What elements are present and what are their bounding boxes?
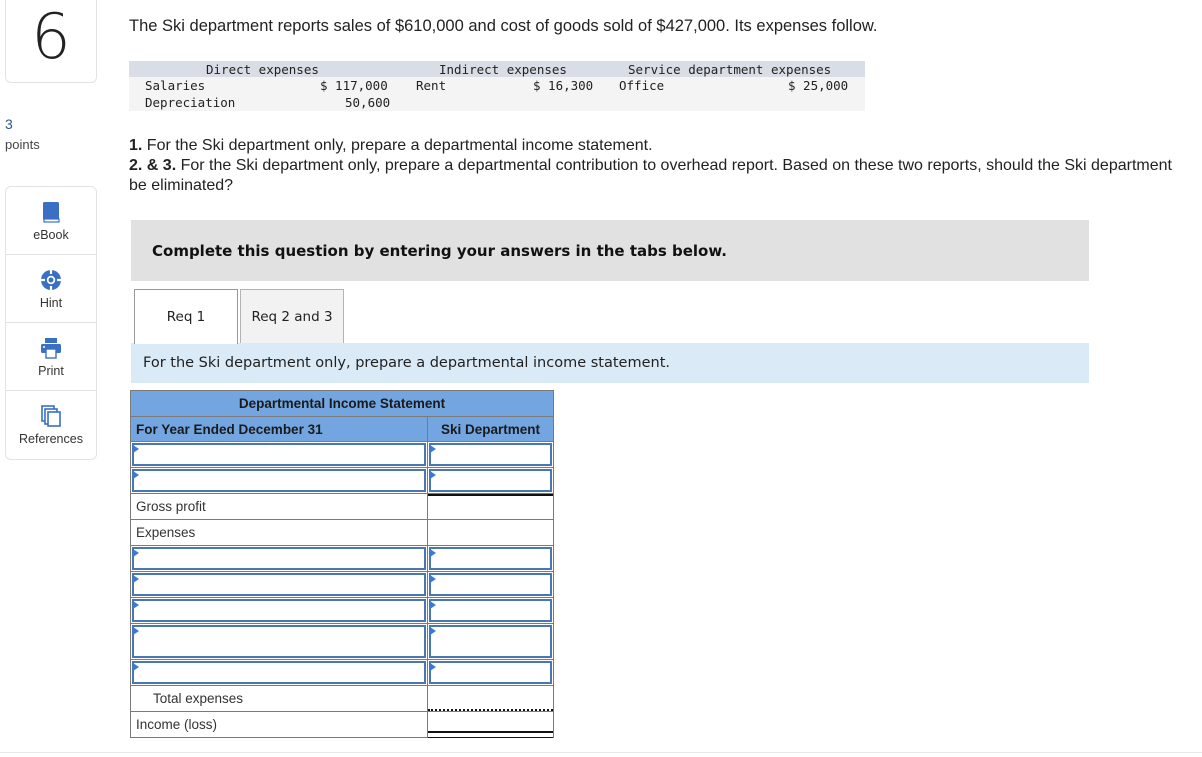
expense-1-amount-input[interactable] (429, 547, 552, 570)
expense-2-label-dropdown[interactable] (132, 573, 426, 596)
table-row (131, 624, 553, 660)
statement-header-row: For Year Ended December 31 Ski Departmen… (131, 417, 553, 442)
income-loss-label: Income (loss) (131, 712, 428, 737)
table-row (131, 598, 553, 624)
total-expenses-label: Total expenses (131, 686, 428, 711)
requirement-tabs: Req 1 Req 2 and 3 (134, 289, 344, 344)
question-number-box: 6 (5, 0, 97, 83)
print-label: Print (38, 363, 64, 378)
table-row: Total expenses (131, 686, 553, 712)
statement-title: Departmental Income Statement (131, 391, 553, 417)
direct-expenses-header: Direct expenses (206, 61, 319, 77)
rent-label: Rent (416, 78, 447, 93)
expense-1-label-dropdown[interactable] (132, 547, 426, 570)
period-header: For Year Ended December 31 (131, 417, 428, 441)
gross-profit-label: Gross profit (131, 494, 428, 519)
office-label: Office (619, 78, 665, 93)
references-label: References (19, 432, 83, 446)
expenses-blank-cell (428, 520, 553, 545)
expenses-header-row: Direct expenses Indirect expenses Servic… (129, 61, 865, 77)
salaries-value: $ 117,000 (320, 78, 388, 93)
expenses-label: Expenses (131, 520, 428, 545)
points-value: 3 (5, 116, 13, 132)
table-row: Income (loss) (131, 712, 553, 738)
expense-3-amount-input[interactable] (429, 599, 552, 622)
income-statement-table: Departmental Income Statement For Year E… (130, 390, 554, 738)
table-row: Gross profit (131, 494, 553, 520)
line-1-label-dropdown[interactable] (132, 443, 426, 466)
salaries-label: Salaries (145, 78, 206, 93)
income-loss-amount-input[interactable] (428, 712, 553, 738)
hint-label: Hint (39, 295, 63, 310)
printer-icon (41, 337, 61, 359)
problem-intro: The Ski department reports sales of $610… (129, 17, 878, 35)
table-row (131, 442, 553, 468)
line-1-amount-input[interactable] (429, 443, 552, 466)
rent-value: $ 16,300 (533, 78, 594, 93)
depreciation-value: 50,600 (345, 95, 391, 110)
tools-panel: eBook Hint Print References (5, 186, 97, 460)
total-expenses-amount-input[interactable] (428, 686, 553, 711)
line-2-label-dropdown[interactable] (132, 469, 426, 492)
line-2-amount-input[interactable] (429, 469, 552, 492)
hint-button[interactable]: Hint (6, 255, 96, 323)
documents-icon (41, 405, 61, 427)
expense-2-amount-input[interactable] (429, 573, 552, 596)
requirement-1: 1. For the Ski department only, prepare … (129, 136, 1179, 156)
indirect-expenses-header: Indirect expenses (439, 61, 567, 77)
expense-5-label-dropdown[interactable] (132, 661, 426, 684)
depreciation-label: Depreciation (145, 95, 236, 110)
expense-4-label-dropdown[interactable] (132, 625, 426, 658)
expense-3-label-dropdown[interactable] (132, 599, 426, 622)
table-row: Expenses (131, 520, 553, 546)
requirements: 1. For the Ski department only, prepare … (129, 136, 1179, 196)
requirement-2-3-number: 2. & 3. (129, 157, 177, 174)
ebook-label: eBook (33, 227, 69, 242)
table-row (131, 468, 553, 494)
points-label: points (5, 137, 40, 152)
tab-req-1[interactable]: Req 1 (134, 289, 238, 344)
expenses-row: Salaries $ 117,000 Rent $ 16,300 Office … (129, 77, 865, 94)
question-number: 6 (31, 0, 71, 73)
requirement-1-number: 1. (129, 137, 143, 154)
print-button[interactable]: Print (6, 323, 96, 391)
expenses-table: Direct expenses Indirect expenses Servic… (129, 61, 865, 111)
ebook-button[interactable]: eBook (6, 187, 96, 255)
instructions-banner: Complete this question by entering your … (131, 220, 1089, 281)
service-expenses-header: Service department expenses (628, 61, 832, 77)
expense-4-amount-input[interactable] (429, 625, 552, 658)
office-value: $ 25,000 (788, 78, 849, 93)
book-icon (43, 201, 60, 223)
lifebuoy-icon (41, 269, 61, 290)
tab-instruction: For the Ski department only, prepare a d… (131, 343, 1089, 383)
banner-text: Complete this question by entering your … (152, 241, 727, 260)
references-button[interactable]: References (6, 391, 96, 459)
tab-req-2-and-3[interactable]: Req 2 and 3 (240, 289, 344, 343)
expenses-row: Depreciation 50,600 (129, 94, 865, 111)
table-row (131, 546, 553, 572)
requirement-2-3-text: For the Ski department only, prepare a d… (129, 157, 1172, 194)
table-row (131, 572, 553, 598)
footer-divider (0, 752, 1202, 753)
gross-profit-amount-input[interactable] (428, 494, 553, 519)
expense-5-amount-input[interactable] (429, 661, 552, 684)
requirement-1-text: For the Ski department only, prepare a d… (142, 137, 653, 154)
requirement-2-3: 2. & 3. For the Ski department only, pre… (129, 156, 1179, 196)
table-row (131, 660, 553, 686)
ski-department-header: Ski Department (440, 421, 541, 437)
